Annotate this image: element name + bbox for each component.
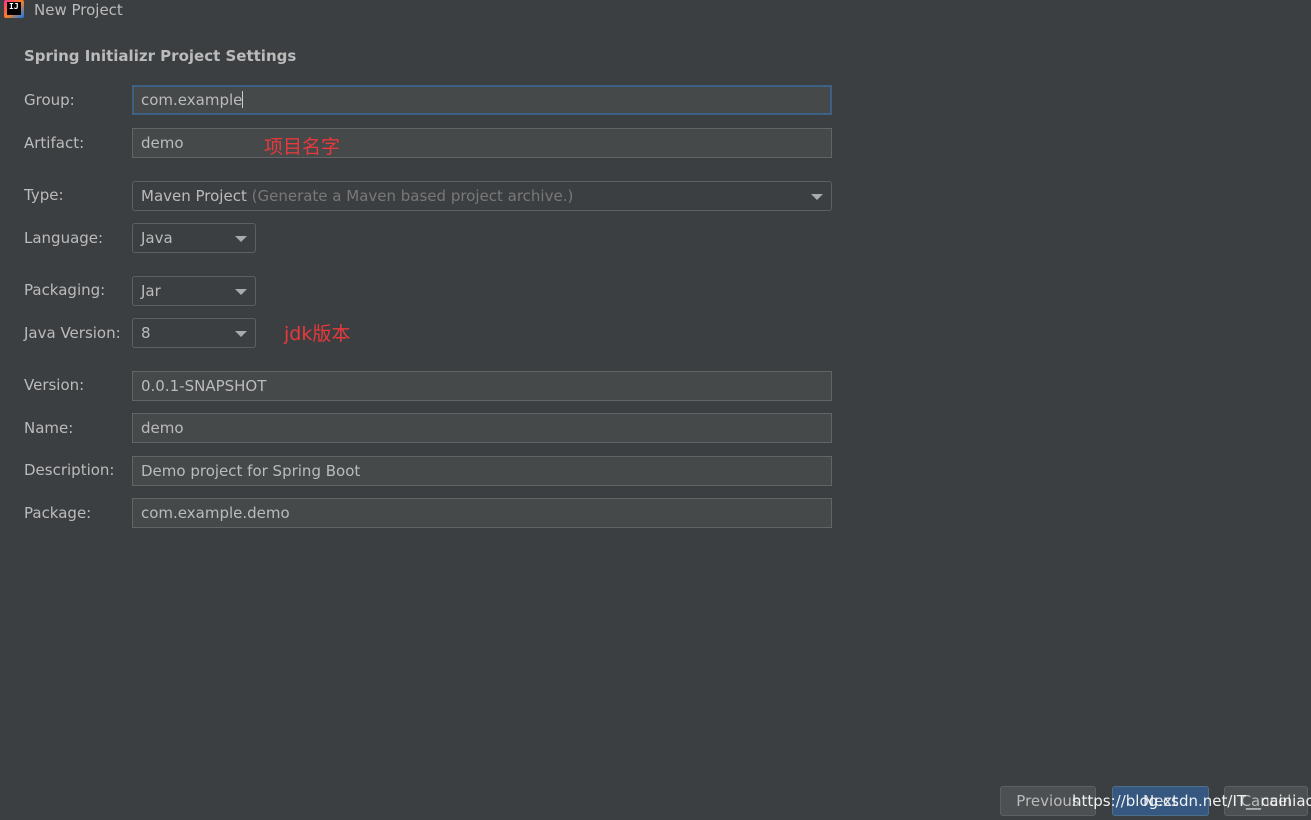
package-label: Package: bbox=[24, 504, 92, 522]
package-input[interactable]: com.example.demo bbox=[132, 498, 832, 528]
package-value: com.example.demo bbox=[141, 504, 290, 522]
java-version-label: Java Version: bbox=[24, 324, 121, 342]
artifact-value: demo bbox=[141, 134, 184, 152]
chevron-down-icon bbox=[235, 331, 247, 337]
packaging-dropdown[interactable]: Jar bbox=[132, 276, 256, 306]
group-input[interactable]: com.example bbox=[132, 85, 832, 115]
artifact-annotation: 项目名字 bbox=[264, 136, 341, 158]
description-label: Description: bbox=[24, 461, 115, 479]
version-input[interactable]: 0.0.1-SNAPSHOT bbox=[132, 371, 832, 401]
description-value: Demo project for Spring Boot bbox=[141, 462, 361, 480]
packaging-label: Packaging: bbox=[24, 281, 106, 299]
language-dropdown[interactable]: Java bbox=[132, 223, 256, 253]
watermark: https://blog.csdn.net/IT__cainiao bbox=[1072, 792, 1311, 810]
name-label: Name: bbox=[24, 419, 74, 437]
artifact-input[interactable]: demo bbox=[132, 128, 832, 158]
type-hint: (Generate a Maven based project archive.… bbox=[251, 187, 574, 205]
text-caret bbox=[242, 91, 244, 108]
name-input[interactable]: demo bbox=[132, 413, 832, 443]
section-title: Spring Initializr Project Settings bbox=[24, 47, 297, 65]
group-value: com.example bbox=[141, 91, 243, 109]
group-label: Group: bbox=[24, 91, 75, 109]
type-value: Maven Project bbox=[141, 187, 247, 205]
type-dropdown[interactable]: Maven Project (Generate a Maven based pr… bbox=[132, 181, 832, 211]
java-version-value: 8 bbox=[141, 324, 151, 342]
language-value: Java bbox=[141, 229, 173, 247]
packaging-value: Jar bbox=[141, 282, 161, 300]
title-bar: IJ New Project bbox=[0, 0, 1311, 22]
version-value: 0.0.1-SNAPSHOT bbox=[141, 377, 267, 395]
chevron-down-icon bbox=[811, 194, 823, 200]
version-label: Version: bbox=[24, 376, 85, 394]
java-version-dropdown[interactable]: 8 bbox=[132, 318, 256, 348]
type-label: Type: bbox=[24, 186, 64, 204]
description-input[interactable]: Demo project for Spring Boot bbox=[132, 456, 832, 486]
chevron-down-icon bbox=[235, 236, 247, 242]
artifact-label: Artifact: bbox=[24, 134, 85, 152]
name-value: demo bbox=[141, 419, 184, 437]
window-title: New Project bbox=[34, 1, 123, 19]
intellij-app-icon: IJ bbox=[4, 0, 24, 18]
chevron-down-icon bbox=[235, 289, 247, 295]
language-label: Language: bbox=[24, 229, 104, 247]
jdk-annotation: jdk版本 bbox=[284, 323, 351, 345]
